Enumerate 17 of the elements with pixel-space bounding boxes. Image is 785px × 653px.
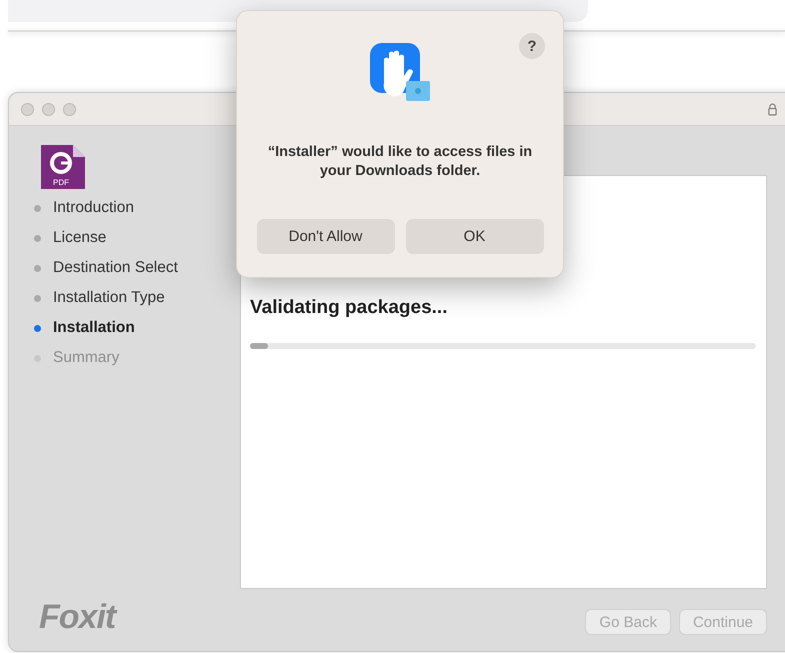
step-label: Destination Select bbox=[53, 259, 178, 277]
lock-icon bbox=[768, 102, 777, 116]
step-label: Installation Type bbox=[53, 289, 165, 307]
ok-button[interactable]: OK bbox=[406, 219, 544, 254]
brand-logo: Foxit bbox=[39, 598, 116, 637]
step-label: License bbox=[53, 229, 106, 247]
zoom-button[interactable] bbox=[63, 102, 76, 116]
minimize-button[interactable] bbox=[42, 102, 55, 116]
pdf-app-icon: PDF bbox=[39, 143, 87, 191]
step-label: Introduction bbox=[53, 199, 134, 217]
help-button[interactable]: ? bbox=[519, 33, 545, 59]
dialog-message: “Installer” would like to access files in your Downloads folder. bbox=[266, 143, 534, 181]
dont-allow-button[interactable]: Don't Allow bbox=[256, 219, 394, 254]
step-label: Installation bbox=[53, 319, 135, 337]
status-text: Validating packages... bbox=[250, 297, 448, 319]
step-label: Summary bbox=[53, 349, 120, 367]
close-button[interactable] bbox=[21, 102, 34, 116]
